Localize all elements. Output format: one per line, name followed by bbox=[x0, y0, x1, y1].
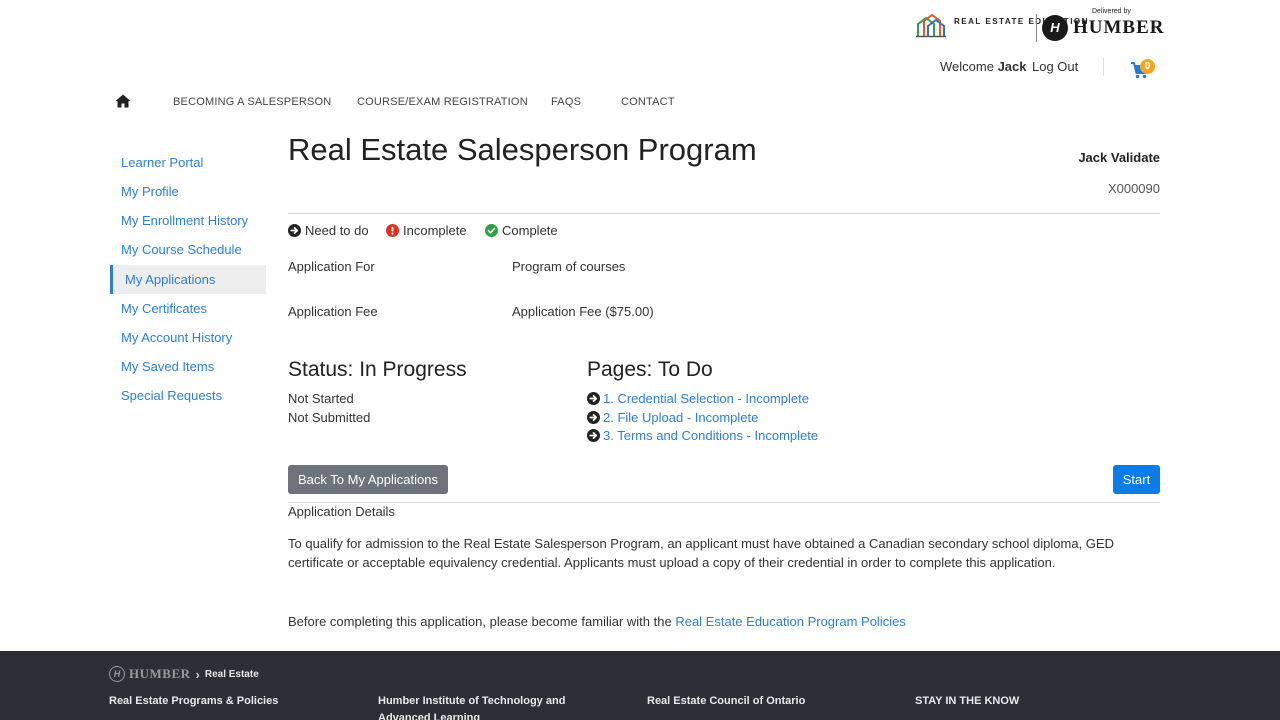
page-title: Real Estate Salesperson Program bbox=[288, 132, 757, 167]
details-divider bbox=[288, 502, 1160, 503]
sidebar-item-special-requests[interactable]: Special Requests bbox=[110, 381, 266, 410]
nav-becoming-a-salesperson[interactable]: BECOMING A SALESPERSON bbox=[173, 96, 331, 108]
sidebar-item-my-enrollment-history[interactable]: My Enrollment History bbox=[110, 206, 266, 235]
footer-real-estate-label: Real Estate bbox=[204, 668, 259, 680]
footer-col-stay-in-the-know[interactable]: STAY IN THE KNOW bbox=[915, 693, 1115, 710]
application-fee-value: Application Fee ($75.00) bbox=[512, 304, 654, 319]
logout-link[interactable]: Log Out bbox=[1032, 59, 1078, 74]
logo-divider bbox=[1036, 14, 1037, 42]
page-link-terms-and-conditions[interactable]: 3. Terms and Conditions - Incomplete bbox=[587, 428, 818, 443]
policy-notice: Before completing this application, plea… bbox=[288, 614, 906, 629]
sidebar-item-my-certificates[interactable]: My Certificates bbox=[110, 294, 266, 323]
legend-incomplete: Incomplete bbox=[386, 223, 467, 238]
application-fee-label: Application Fee bbox=[288, 304, 378, 319]
status-line-started: Not Started bbox=[288, 391, 354, 406]
status-line-submitted: Not Submitted bbox=[288, 410, 371, 425]
welcome-prefix: Welcome bbox=[940, 59, 994, 74]
home-icon[interactable] bbox=[115, 94, 131, 108]
sidebar-item-my-saved-items[interactable]: My Saved Items bbox=[110, 352, 266, 381]
program-policies-link[interactable]: Real Estate Education Program Policies bbox=[675, 614, 906, 629]
footer-col-humber-institute[interactable]: Humber Institute of Technology and Advan… bbox=[378, 693, 608, 720]
legend-incomplete-label: Incomplete bbox=[403, 223, 467, 238]
page-link-label[interactable]: 3. Terms and Conditions - Incomplete bbox=[603, 428, 818, 443]
arrow-circle-right-icon bbox=[587, 429, 600, 442]
pages-heading: Pages: To Do bbox=[587, 358, 713, 381]
header-divider bbox=[1103, 58, 1104, 76]
arrow-circle-right-icon bbox=[587, 411, 600, 424]
sidebar-item-my-course-schedule[interactable]: My Course Schedule bbox=[110, 235, 266, 264]
welcome-message: Welcome Jack bbox=[940, 59, 1027, 74]
footer-humber-wordmark: HUMBER bbox=[129, 666, 191, 681]
delivered-by-label: Delivered by bbox=[1092, 8, 1131, 15]
humber-logo-icon: H bbox=[1042, 15, 1068, 41]
humber-wordmark: HUMBER bbox=[1073, 17, 1165, 38]
page-link-label[interactable]: 1. Credential Selection - Incomplete bbox=[603, 391, 809, 406]
application-details-heading: Application Details bbox=[288, 504, 395, 519]
page-link-credential-selection[interactable]: 1. Credential Selection - Incomplete bbox=[587, 391, 809, 406]
start-button[interactable]: Start bbox=[1113, 465, 1160, 494]
legend-complete-label: Complete bbox=[502, 223, 558, 238]
real-estate-house-logo-icon bbox=[916, 13, 946, 38]
footer-humber-logo-icon: H bbox=[109, 666, 125, 682]
exclamation-circle-icon bbox=[386, 224, 399, 237]
legend-need-to-do-label: Need to do bbox=[305, 223, 369, 238]
sidebar-item-learner-portal[interactable]: Learner Portal bbox=[110, 148, 266, 177]
page-link-label[interactable]: 2. File Upload - Incomplete bbox=[603, 410, 758, 425]
applicant-id: X000090 bbox=[1107, 181, 1160, 196]
footer-col-programs-policies[interactable]: Real Estate Programs & Policies bbox=[109, 693, 349, 710]
back-to-my-applications-button[interactable]: Back To My Applications bbox=[288, 465, 448, 494]
cart-count-badge: 0 bbox=[1140, 59, 1155, 74]
status-heading: Status: In Progress bbox=[288, 358, 467, 381]
legend-need-to-do: Need to do bbox=[288, 223, 369, 238]
arrow-circle-right-icon bbox=[288, 224, 301, 237]
nav-faqs[interactable]: FAQS bbox=[551, 96, 581, 108]
check-circle-icon bbox=[485, 224, 498, 237]
arrow-circle-right-icon bbox=[587, 392, 600, 405]
application-for-label: Application For bbox=[288, 259, 375, 274]
footer-col-reco[interactable]: Real Estate Council of Ontario bbox=[647, 693, 887, 710]
sidebar-item-my-profile[interactable]: My Profile bbox=[110, 177, 266, 206]
application-details-text: To qualify for admission to the Real Est… bbox=[288, 536, 1114, 570]
nav-course-exam-registration[interactable]: COURSE/EXAM REGISTRATION bbox=[357, 96, 528, 108]
legend-complete: Complete bbox=[485, 223, 558, 238]
title-divider bbox=[288, 213, 1160, 214]
site-footer: H HUMBER › Real Estate Real Estate Progr… bbox=[0, 651, 1280, 720]
nav-contact[interactable]: CONTACT bbox=[621, 96, 675, 108]
chevron-right-icon: › bbox=[195, 666, 200, 682]
welcome-user-name: Jack bbox=[997, 59, 1027, 74]
real-estate-education-wordmark: REAL ESTATE EDUCATION bbox=[954, 17, 1089, 26]
policy-notice-text: Before completing this application, plea… bbox=[288, 614, 672, 629]
page-link-file-upload[interactable]: 2. File Upload - Incomplete bbox=[587, 410, 758, 425]
sidebar-item-my-applications[interactable]: My Applications bbox=[110, 265, 266, 294]
brand-logos: REAL ESTATE EDUCATION Delivered by H HUM… bbox=[916, 8, 1164, 48]
application-for-value: Program of courses bbox=[512, 259, 626, 274]
footer-breadcrumb: H HUMBER › Real Estate bbox=[109, 666, 259, 682]
applicant-name: Jack Validate bbox=[1078, 150, 1160, 165]
sidebar-item-my-account-history[interactable]: My Account History bbox=[110, 323, 266, 352]
